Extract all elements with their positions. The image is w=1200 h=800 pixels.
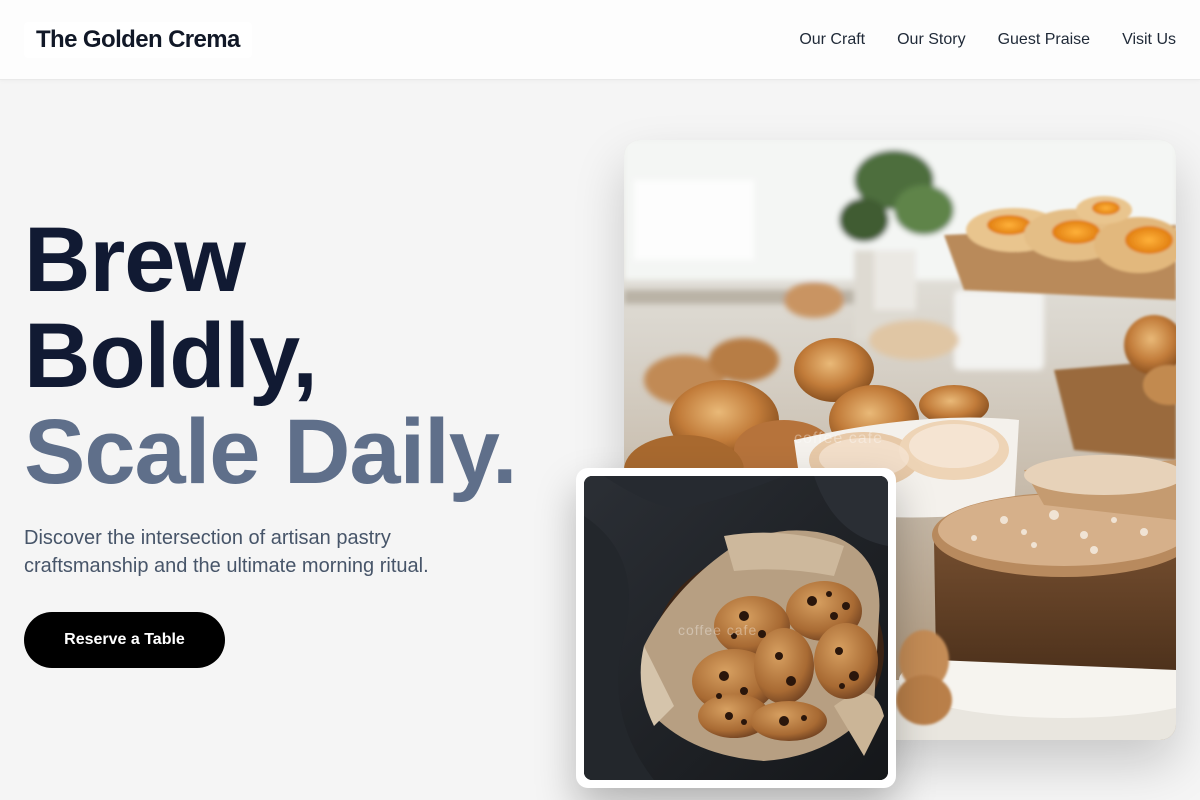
headline-line-1: Brew — [24, 209, 246, 311]
hero-headline: Brew Boldly, Scale Daily. — [24, 209, 518, 503]
watermark-text: coffee cafe — [794, 430, 883, 447]
site-header: The Golden Crema Our Craft Our Story Gue… — [0, 0, 1200, 80]
hero-subtext: Discover the intersection of artisan pas… — [24, 527, 429, 577]
watermark-text: coffee cafe — [678, 622, 758, 638]
nav-link-our-story[interactable]: Our Story — [897, 31, 965, 49]
headline-line-3: Scale Daily. — [24, 401, 518, 503]
nav-link-visit-us[interactable]: Visit Us — [1122, 31, 1176, 49]
logo[interactable]: The Golden Crema — [24, 22, 252, 58]
reserve-table-button[interactable]: Reserve a Table — [24, 612, 225, 668]
headline-line-2: Boldly, — [24, 305, 318, 407]
main-nav: Our Craft Our Story Guest Praise Visit U… — [799, 0, 1176, 80]
nav-link-our-craft[interactable]: Our Craft — [799, 31, 865, 49]
nav-link-guest-praise[interactable]: Guest Praise — [998, 31, 1090, 49]
cookie-image-frame: coffee cafe — [576, 468, 896, 788]
cookie-basket-image: coffee cafe — [584, 476, 888, 780]
